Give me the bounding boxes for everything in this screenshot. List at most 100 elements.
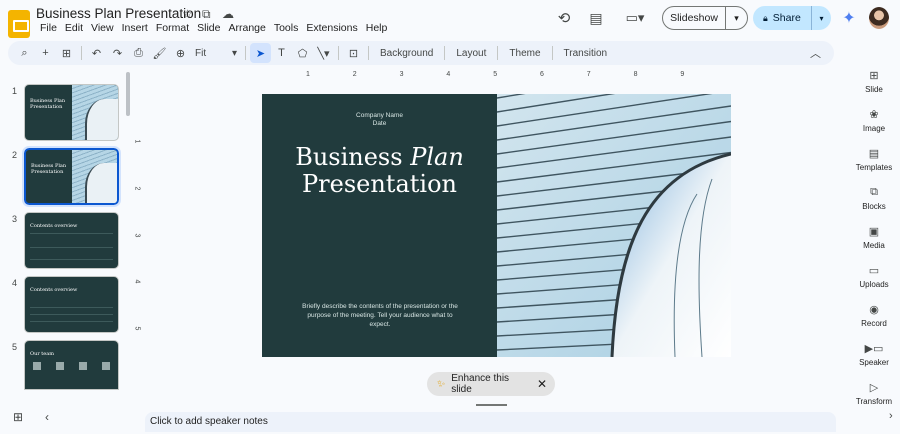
chevron-left-icon[interactable]: ‹ [45,410,49,424]
side-templates-button[interactable]: ▤ Templates [846,147,900,172]
thumb-image [71,150,117,203]
share-button[interactable]: 🔒︎ Share ▾ [753,6,831,30]
record-icon: ◉ [869,304,879,316]
side-speaker-button[interactable]: ▶▭ Speaker [846,342,900,367]
ruler-tick-label: 3 [133,233,141,238]
slide-thumbnail-5[interactable]: Our team [24,340,119,390]
menu-view[interactable]: View [87,22,118,35]
slide-thumbnail-1[interactable]: Business Plan Presentation [24,84,119,141]
chevron-right-icon[interactable]: › [889,410,893,422]
ruler-tick-label: 7 [586,71,591,78]
slideshow-label[interactable]: Slideshow [663,12,725,24]
menu-help[interactable]: Help [362,22,392,35]
slide-number: 3 [12,214,18,224]
slide-thumbnail-4[interactable]: Contents overview [24,276,119,333]
slide-thumbnail-2[interactable]: Business Plan Presentation [22,146,121,207]
ruler-tick-label: 9 [680,71,685,78]
side-blocks-button[interactable]: ⧉ Blocks [846,186,900,211]
account-avatar[interactable] [869,7,889,29]
ruler-tick-label: 6 [540,71,544,78]
side-image-button[interactable]: ❀ Image [846,108,900,133]
redo-icon[interactable]: ↷ [107,43,128,63]
line-icon[interactable]: ╲▾ [313,43,334,63]
thumb-image [71,85,118,140]
document-title[interactable]: Business Plan Presentation [36,6,201,21]
share-label-wrap[interactable]: 🔒︎ Share [753,12,811,24]
filmstrip-scrollbar[interactable] [126,72,130,116]
theme-button[interactable]: Theme [502,48,547,59]
menu-tools[interactable]: Tools [270,22,303,35]
thumb-divider [30,307,113,308]
menu-file[interactable]: File [36,22,61,35]
side-transform-button[interactable]: ▷ Transform [846,381,900,406]
company-date-text[interactable]: Company Name Date [262,112,497,128]
chevron-up-icon[interactable]: ︿ [805,43,826,63]
slide-canvas[interactable]: Company Name Date Business Plan Presenta… [262,94,731,357]
side-record-button[interactable]: ◉ Record [846,303,900,328]
notes-resize-handle[interactable] [476,404,507,406]
architecture-photo[interactable] [496,94,731,357]
team-photo [79,362,87,370]
transition-button[interactable]: Transition [557,48,615,59]
slide-thumbnail-3[interactable]: Contents overview [24,212,119,269]
toolbar-divider [497,46,499,60]
cloud-status-icon[interactable]: ☁ [222,7,234,21]
slide-title[interactable]: Business Plan Presentation [262,144,497,198]
thumb-title: Contents overview [30,223,78,229]
menu-arrange[interactable]: Arrange [224,22,269,35]
speaker-notes[interactable]: Click to add speaker notes [145,412,836,432]
meet-icon[interactable]: ▭▾ [622,9,648,27]
grid-view-icon[interactable]: ⊞ [13,410,23,424]
star-icon[interactable]: ☆ [182,7,193,21]
new-slide-icon[interactable]: + [35,43,56,63]
slide-description[interactable]: Briefly describe the contents of the pre… [300,302,460,329]
move-icon[interactable]: ⧉ [202,7,211,22]
ruler-tick-label: 4 [133,279,141,284]
shape-icon[interactable]: ⬠ [292,43,313,63]
add-comment-icon[interactable]: ⊡ [343,43,364,63]
slides-logo[interactable] [8,10,30,38]
select-cursor-icon[interactable]: ➤ [250,43,271,63]
close-icon[interactable]: ✕ [537,377,547,391]
text-box-icon[interactable]: T [271,43,292,63]
background-button[interactable]: Background [373,48,440,59]
zoom-select[interactable]: Fit ▾ [191,48,241,59]
thumb-title: Business Plan Presentation [31,163,66,175]
undo-icon[interactable]: ↶ [86,43,107,63]
menu-format[interactable]: Format [152,22,193,35]
version-history-icon[interactable]: ⟲ [554,9,574,27]
menu-slide[interactable]: Slide [193,22,224,35]
print-icon[interactable]: ⎙ [128,43,149,63]
slideshow-button[interactable]: Slideshow ▾ [662,6,748,30]
team-photo [33,362,41,370]
thumb-title: Our team [30,351,54,357]
search-menus-icon[interactable]: ⌕ [14,43,35,63]
ruler-tick-label: 4 [446,71,451,78]
folder-icon: ▭ [868,265,880,277]
comments-icon[interactable]: ▤ [586,9,606,27]
gemini-icon[interactable]: ✦ [840,9,858,27]
slideshow-dropdown-icon[interactable]: ▾ [725,7,747,29]
share-dropdown-icon[interactable]: ▾ [811,6,831,30]
layout-button[interactable]: Layout [449,48,493,59]
side-uploads-button[interactable]: ▭ Uploads [846,264,900,289]
ruler-tick-label: 8 [633,71,638,78]
transform-icon: ▷ [869,382,879,394]
menu-extensions[interactable]: Extensions [302,22,361,35]
team-photo [56,362,64,370]
slide-number: 5 [12,342,18,352]
thumb-title: Contents overview [30,287,78,293]
side-blocks-label: Blocks [862,202,886,211]
side-media-button[interactable]: ▣ Media [846,225,900,250]
thumb-divider [30,259,113,260]
menu-insert[interactable]: Insert [118,22,152,35]
side-slide-button[interactable]: ⊞ Slide [846,69,900,94]
menu-edit[interactable]: Edit [61,22,87,35]
zoom-icon[interactable]: ⊕ [170,43,191,63]
new-slide-layout-icon[interactable]: ⊞ [56,43,77,63]
enhance-slide-chip[interactable]: ✨︎ Enhance this slide ✕ [427,372,555,396]
slide-number: 2 [12,150,18,160]
side-media-label: Media [863,241,885,250]
paint-format-icon[interactable]: 🖌︎ [149,43,170,63]
toolbar-divider [368,46,369,60]
